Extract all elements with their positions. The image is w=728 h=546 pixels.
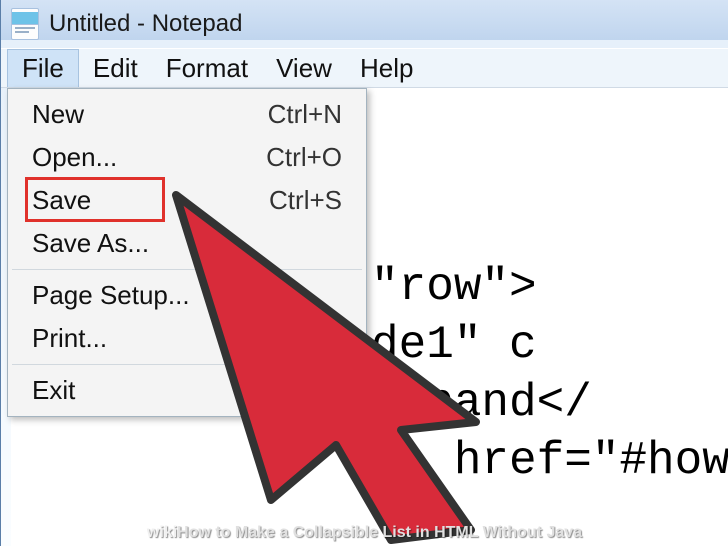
menu-item-label: Print... (32, 323, 342, 354)
file-menu-dropdown: New Ctrl+N Open... Ctrl+O Save Ctrl+S Sa… (7, 88, 367, 417)
menu-item-exit[interactable]: Exit (10, 369, 364, 412)
menu-item-save-as[interactable]: Save As... (10, 222, 364, 265)
menu-item-shortcut: Ctrl+O (266, 142, 342, 173)
menu-separator (12, 269, 362, 270)
menu-item-label: Page Setup... (32, 280, 342, 311)
menu-item-label: Open... (32, 142, 266, 173)
notepad-icon (11, 8, 39, 40)
watermark-text: How to Make a Collapsible List in HTML W… (177, 524, 582, 541)
notepad-window: Untitled - Notepad File Edit Format View… (0, 0, 728, 546)
menu-item-label: New (32, 99, 268, 130)
menu-view[interactable]: View (262, 49, 346, 87)
menu-item-label: Save As... (32, 228, 342, 259)
menu-item-print[interactable]: Print... (10, 317, 364, 360)
menu-file[interactable]: File (7, 49, 79, 87)
menu-format[interactable]: Format (152, 49, 262, 87)
menu-item-new[interactable]: New Ctrl+N (10, 93, 364, 136)
menu-help[interactable]: Help (346, 49, 427, 87)
menu-item-shortcut: Ctrl+S (269, 185, 342, 216)
menu-separator (12, 364, 362, 365)
window-title: Untitled - Notepad (49, 10, 242, 38)
watermark-brand: wiki (147, 524, 177, 541)
menu-item-label: Save (32, 185, 269, 216)
menu-item-page-setup[interactable]: Page Setup... (10, 274, 364, 317)
menu-edit[interactable]: Edit (79, 49, 152, 87)
menu-item-save[interactable]: Save Ctrl+S (10, 179, 364, 222)
menu-bar: File Edit Format View Help (1, 48, 728, 88)
menu-item-label: Exit (32, 375, 342, 406)
title-bar: Untitled - Notepad (1, 0, 728, 48)
menu-item-open[interactable]: Open... Ctrl+O (10, 136, 364, 179)
watermark: wikiHow to Make a Collapsible List in HT… (1, 524, 728, 542)
menu-item-shortcut: Ctrl+N (268, 99, 342, 130)
